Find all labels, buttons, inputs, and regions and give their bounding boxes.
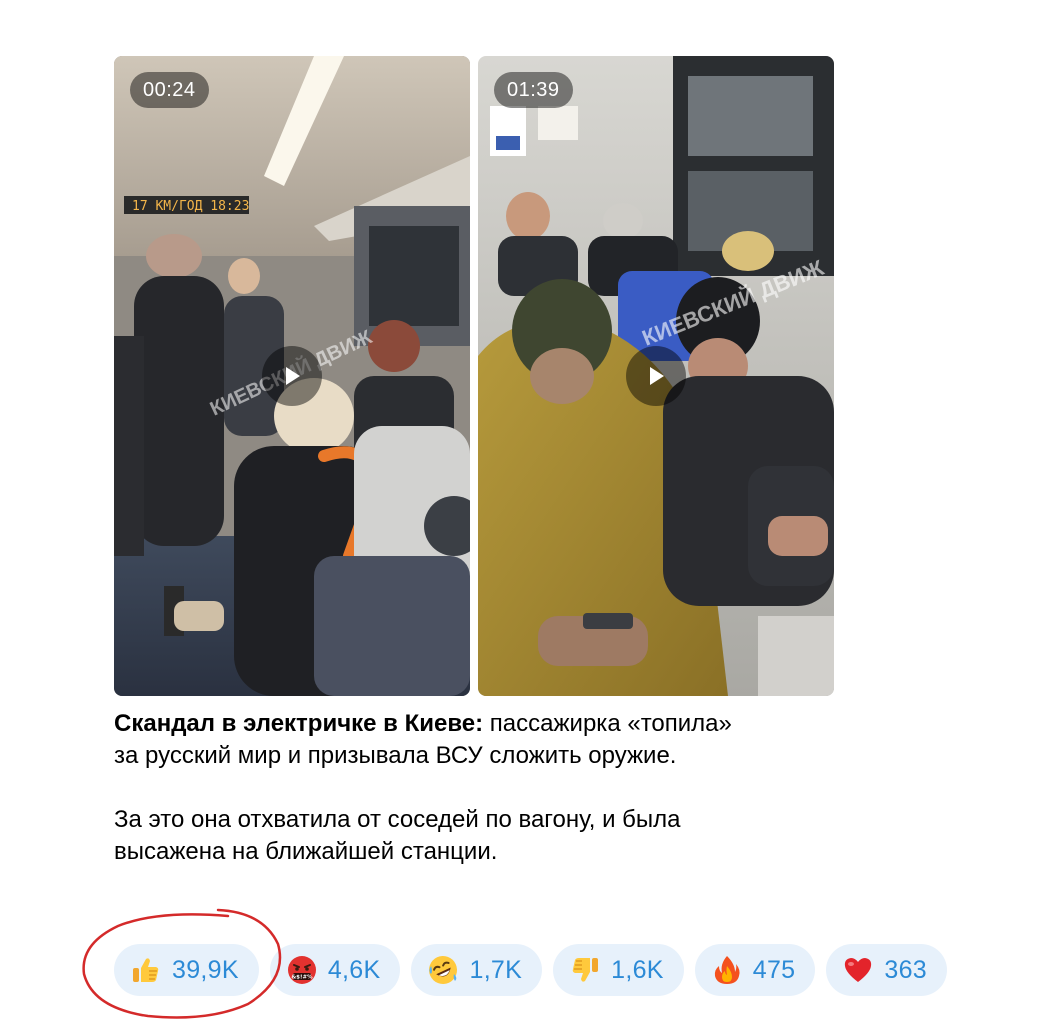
video-thumbnail-2[interactable]: КИЕВСКИЙ ДВИЖ 01:39	[478, 56, 834, 696]
reaction-thumbs-down[interactable]: 1,6K	[553, 944, 684, 996]
video-duration-badge: 00:24	[130, 72, 209, 108]
caption-text: пассажирка «топила»	[483, 710, 732, 737]
face-with-symbols-on-mouth-icon: &$!#%	[287, 956, 316, 984]
post-caption: Скандал в электричке в Киеве: пассажирка…	[114, 708, 854, 868]
reaction-count: 475	[752, 955, 796, 984]
video-duration-badge: 01:39	[494, 72, 573, 108]
video-thumbnail-1[interactable]: 17 КМ/ГОД 18:23 КИЕВСКИЙ ДВИЖ 00:24	[114, 56, 470, 696]
reaction-face-with-symbols[interactable]: &$!#% 4,6K	[269, 944, 401, 996]
svg-text:&$!#%: &$!#%	[291, 975, 313, 981]
reaction-count: 39,9K	[172, 955, 239, 984]
fire-icon	[714, 956, 740, 984]
thumbs-up-icon	[133, 958, 159, 982]
caption-paragraph-1: Скандал в электричке в Киеве: пассажирка…	[114, 708, 854, 772]
caption-bold-lead: Скандал в электричке в Киеве:	[114, 710, 484, 737]
reaction-count: 4,6K	[327, 955, 381, 984]
rolling-on-the-floor-laughing-icon	[429, 956, 458, 984]
reaction-fire[interactable]: 475	[694, 944, 816, 996]
play-button[interactable]	[262, 346, 322, 406]
train-display-text: 17 КМ/ГОД 18:23	[132, 199, 249, 214]
reaction-count: 1,6K	[611, 955, 664, 984]
red-heart-icon	[845, 958, 872, 982]
reaction-count: 363	[884, 955, 928, 984]
reactions-bar: 39,9K &$!#% 4,6K 1,7K 1,6K 475 363	[114, 944, 948, 996]
reaction-heart[interactable]: 363	[826, 944, 948, 996]
caption-text: высажена на ближайшей станции.	[114, 838, 498, 865]
play-icon	[650, 367, 664, 385]
reaction-count: 1,7K	[469, 955, 523, 984]
telegram-post: 17 КМ/ГОД 18:23 КИЕВСКИЙ ДВИЖ 00:24 КИЕВ…	[0, 0, 1058, 1024]
caption-text: За это она отхватила от соседей по вагон…	[114, 806, 681, 833]
reaction-rofl[interactable]: 1,7K	[411, 944, 543, 996]
media-grid: 17 КМ/ГОД 18:23 КИЕВСКИЙ ДВИЖ 00:24 КИЕВ…	[114, 56, 834, 696]
reaction-thumbs-up[interactable]: 39,9K	[114, 944, 259, 996]
caption-text: за русский мир и призывала ВСУ сложить о…	[114, 742, 677, 769]
play-button[interactable]	[626, 346, 686, 406]
caption-paragraph-2: За это она отхватила от соседей по вагон…	[114, 804, 854, 868]
play-icon	[286, 367, 300, 385]
thumbs-down-icon	[572, 958, 599, 982]
